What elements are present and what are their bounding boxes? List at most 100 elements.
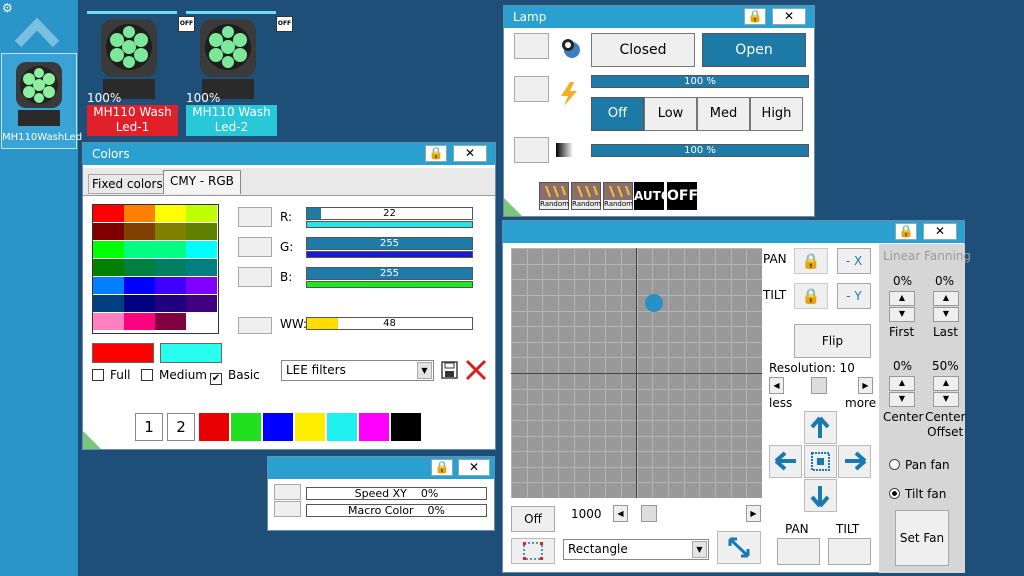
save-icon[interactable] (441, 360, 458, 380)
palette-swatch[interactable] (93, 313, 124, 330)
palette-swatch[interactable] (93, 259, 124, 276)
palette-swatch[interactable] (124, 259, 155, 276)
palette-swatch[interactable] (124, 223, 155, 240)
resolution-slider[interactable]: ◀ ▶ (769, 377, 873, 394)
palette-swatch[interactable] (186, 205, 217, 222)
auto-button[interactable]: AUTO (634, 182, 671, 210)
macro-color-bar[interactable]: Macro Color 0% (306, 504, 487, 517)
palette-swatch[interactable] (155, 205, 186, 222)
dimmer-select-button[interactable] (514, 137, 549, 163)
mode-off-button[interactable]: Off (591, 97, 644, 131)
first-up-button[interactable]: ▲ (889, 291, 915, 306)
checkbox-medium[interactable]: Medium (141, 368, 207, 382)
checkbox-full[interactable]: Full (92, 368, 131, 382)
close-icon[interactable]: ✕ (772, 8, 806, 25)
preset-color-button[interactable] (327, 413, 357, 441)
random-effect-button[interactable]: Random (603, 182, 633, 210)
fixture-tile-1[interactable]: OFF 100% MH110 Wash Led-1 (87, 11, 195, 136)
apply-shape-icon[interactable] (717, 531, 761, 564)
palette-swatch[interactable] (155, 313, 186, 330)
palette-swatch[interactable] (186, 277, 217, 294)
pan-fine-button[interactable] (777, 538, 820, 565)
palette-swatch[interactable] (93, 241, 124, 258)
tilt-fan-radio[interactable]: Tilt fan (889, 487, 946, 501)
close-icon[interactable]: ✕ (923, 223, 957, 240)
mode-low-button[interactable]: Low (644, 97, 697, 131)
preset-color-button[interactable] (295, 413, 325, 441)
position-dot[interactable] (645, 294, 664, 312)
ww-bar[interactable]: 48 (306, 317, 473, 330)
center-button[interactable] (804, 445, 837, 478)
palette-swatch[interactable] (124, 241, 155, 258)
random-effect-button[interactable]: Random (571, 182, 601, 210)
chevron-left-icon[interactable]: ◀ (769, 377, 784, 394)
palette-swatch[interactable] (124, 295, 155, 312)
fixture-tile-2[interactable]: OFF 100% MH110 Wash Led-2 (186, 11, 293, 136)
tilt-fine-button[interactable] (828, 538, 871, 565)
palette-swatch[interactable] (186, 241, 217, 258)
preset-color-button[interactable] (359, 413, 389, 441)
lock-icon[interactable]: 🔒 (425, 145, 447, 162)
filter-select[interactable]: LEE filters ▼ (281, 360, 434, 381)
palette-swatch[interactable] (93, 277, 124, 294)
palette-swatch[interactable] (155, 277, 186, 294)
move-up-button[interactable] (804, 411, 837, 444)
channel-bar[interactable]: 255 (306, 267, 473, 280)
slider-thumb[interactable] (811, 377, 827, 394)
palette-swatch[interactable] (155, 241, 186, 258)
palette-swatch[interactable] (93, 223, 124, 240)
move-left-button[interactable] (769, 445, 802, 478)
invert-y-button[interactable]: - Y (837, 283, 871, 309)
lock-icon[interactable]: 🔒 (431, 459, 453, 476)
pan-fan-radio[interactable]: Pan fan (889, 458, 950, 472)
shape-select[interactable]: Rectangle ▼ (563, 539, 709, 560)
last-up-button[interactable]: ▲ (933, 291, 959, 306)
checkbox-basic[interactable]: ✔ Basic (210, 368, 260, 385)
preset-2-button[interactable]: 2 (167, 413, 195, 441)
last-down-button[interactable]: ▼ (933, 307, 959, 322)
close-icon[interactable]: ✕ (458, 459, 490, 476)
preset-color-button[interactable] (199, 413, 229, 441)
channel-select-button[interactable] (238, 267, 272, 287)
first-down-button[interactable]: ▼ (889, 307, 915, 322)
flip-button[interactable]: Flip (794, 324, 871, 358)
chevron-right-icon[interactable]: ▶ (746, 505, 761, 522)
palette-swatch[interactable] (155, 223, 186, 240)
channel-bar[interactable]: 22 (306, 207, 473, 220)
lock-icon[interactable]: 🔒 (895, 223, 917, 240)
move-right-button[interactable] (838, 445, 871, 478)
macro-color-button[interactable] (274, 501, 301, 517)
intensity-bar[interactable]: 100 % (591, 75, 809, 88)
gear-icon[interactable]: ⚙ (2, 2, 14, 14)
collapse-chevron-icon[interactable] (14, 10, 60, 50)
palette-swatch[interactable] (186, 313, 217, 330)
slider-thumb[interactable] (641, 505, 657, 522)
off-toggle[interactable]: OFF (276, 16, 293, 32)
mode-high-button[interactable]: High (750, 97, 803, 131)
center-up-button[interactable]: ▲ (889, 376, 915, 391)
lock-icon[interactable]: 🔒 (744, 8, 766, 25)
offset-up-button[interactable]: ▲ (933, 376, 959, 391)
palette-swatch[interactable] (124, 205, 155, 222)
pan-lock-button[interactable]: 🔒 (794, 248, 828, 274)
tab-fixed-colors[interactable]: Fixed colors (88, 174, 167, 194)
intensity-select-button[interactable] (514, 76, 549, 102)
channel-select-button[interactable] (238, 207, 272, 227)
off-button[interactable]: Off (511, 506, 555, 532)
palette-swatch[interactable] (155, 295, 186, 312)
tab-cmy-rgb[interactable]: CMY - RGB (163, 170, 241, 194)
invert-x-button[interactable]: - X (837, 248, 871, 274)
palette-swatch[interactable] (124, 313, 155, 330)
delete-icon[interactable] (464, 358, 488, 382)
dimmer-bar[interactable]: 100 % (591, 144, 809, 157)
chevron-right-icon[interactable]: ▶ (858, 377, 873, 394)
speed-slider[interactable]: ◀ ▶ (613, 505, 761, 522)
add-tab-icon[interactable] (504, 198, 522, 216)
preset-1-button[interactable]: 1 (135, 413, 163, 441)
channel-select-button[interactable] (238, 237, 272, 257)
off-button[interactable]: OFF (667, 182, 698, 210)
palette-swatch[interactable] (186, 295, 217, 312)
preset-color-button[interactable] (231, 413, 261, 441)
center-down-button[interactable]: ▼ (889, 392, 915, 407)
speed-xy-button[interactable] (274, 484, 301, 500)
